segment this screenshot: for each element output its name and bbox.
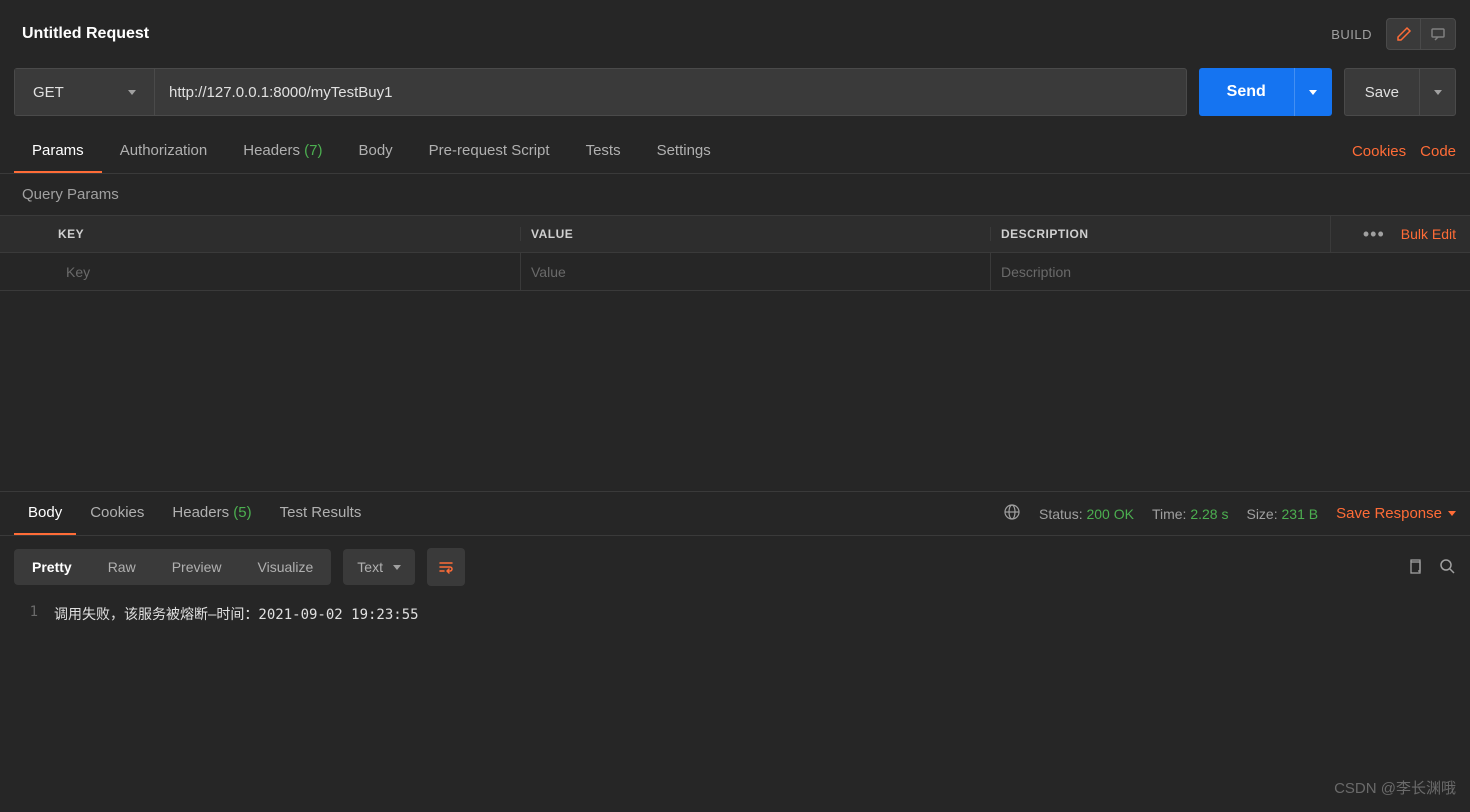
save-response-link[interactable]: Save Response xyxy=(1336,505,1456,522)
send-dropdown[interactable] xyxy=(1294,68,1332,116)
header-bar: Untitled Request BUILD xyxy=(0,0,1470,68)
status-label: Status: xyxy=(1039,506,1083,522)
tab-authorization[interactable]: Authorization xyxy=(102,130,226,173)
comment-icon xyxy=(1430,26,1446,42)
resp-tab-test-results[interactable]: Test Results xyxy=(266,492,376,535)
tab-headers[interactable]: Headers (7) xyxy=(225,130,340,173)
controls-right xyxy=(1406,557,1456,578)
view-tab-visualize[interactable]: Visualize xyxy=(240,549,332,585)
time-label: Time: xyxy=(1152,506,1186,522)
chevron-down-icon xyxy=(393,565,401,570)
size-label: Size: xyxy=(1246,506,1277,522)
pencil-icon xyxy=(1396,26,1412,42)
response-tabs: Body Cookies Headers (5) Test Results xyxy=(14,492,375,535)
send-button[interactable]: Send xyxy=(1199,68,1294,116)
time-info: Time: 2.28 s xyxy=(1152,506,1229,522)
save-response-label: Save Response xyxy=(1336,505,1442,522)
method-select[interactable]: GET xyxy=(15,69,155,115)
save-button-group: Save xyxy=(1344,68,1456,116)
response-body: 1 调用失败，该服务被熔断—时间：2021-09-02 19:23:55 xyxy=(0,598,1470,630)
request-links: Cookies Code xyxy=(1352,143,1456,160)
chevron-down-icon xyxy=(1309,90,1317,95)
tab-prerequest[interactable]: Pre-request Script xyxy=(411,130,568,173)
request-bar: GET Send Save xyxy=(0,68,1470,130)
time-value: 2.28 s xyxy=(1190,506,1228,522)
line-content[interactable]: 调用失败，该服务被熔断—时间：2021-09-02 19:23:55 xyxy=(54,604,419,624)
line-number: 1 xyxy=(14,604,54,624)
status-value: 200 OK xyxy=(1086,506,1133,522)
status-info: Status: 200 OK xyxy=(1039,506,1134,522)
cell-desc xyxy=(990,253,1470,290)
resp-tab-headers-label: Headers xyxy=(172,504,229,521)
search-icon xyxy=(1438,557,1456,575)
tab-settings[interactable]: Settings xyxy=(639,130,729,173)
format-value: Text xyxy=(357,559,383,575)
response-info: Status: 200 OK Time: 2.28 s Size: 231 B … xyxy=(1003,503,1456,524)
col-actions: ••• Bulk Edit xyxy=(1330,216,1470,252)
table-header: KEY VALUE DESCRIPTION ••• Bulk Edit xyxy=(0,215,1470,253)
send-button-group: Send xyxy=(1199,68,1332,116)
controls-left: Pretty Raw Preview Visualize Text xyxy=(14,548,465,586)
tab-body[interactable]: Body xyxy=(340,130,410,173)
tab-headers-label: Headers xyxy=(243,142,300,159)
save-dropdown[interactable] xyxy=(1419,69,1455,115)
code-link[interactable]: Code xyxy=(1420,143,1456,160)
wrap-button[interactable] xyxy=(427,548,465,586)
col-value-header: VALUE xyxy=(520,227,990,241)
globe-icon[interactable] xyxy=(1003,503,1021,524)
chevron-down-icon xyxy=(1448,511,1456,516)
view-tabs: Pretty Raw Preview Visualize xyxy=(14,549,331,585)
header-actions: BUILD xyxy=(1331,18,1456,50)
tab-headers-count: (7) xyxy=(304,142,322,159)
method-value: GET xyxy=(33,84,64,101)
view-controls: Pretty Raw Preview Visualize Text xyxy=(0,536,1470,598)
col-desc-header: DESCRIPTION xyxy=(990,227,1330,241)
chevron-down-icon xyxy=(1434,90,1442,95)
tab-params[interactable]: Params xyxy=(14,130,102,173)
search-button[interactable] xyxy=(1438,557,1456,578)
view-tab-pretty[interactable]: Pretty xyxy=(14,549,90,585)
request-tabs-bar: Params Authorization Headers (7) Body Pr… xyxy=(0,130,1470,174)
request-title: Untitled Request xyxy=(22,25,149,43)
build-label[interactable]: BUILD xyxy=(1331,27,1372,42)
cell-value xyxy=(520,253,990,290)
resp-tab-cookies[interactable]: Cookies xyxy=(76,492,158,535)
wrap-icon xyxy=(437,558,455,576)
desc-input[interactable] xyxy=(1001,264,1470,280)
bulk-edit-link[interactable]: Bulk Edit xyxy=(1401,226,1456,242)
size-value: 231 B xyxy=(1282,506,1319,522)
query-params-label: Query Params xyxy=(0,174,1470,215)
resp-tab-headers[interactable]: Headers (5) xyxy=(158,492,265,535)
spacer xyxy=(0,291,1470,491)
save-button[interactable]: Save xyxy=(1345,69,1419,115)
resp-tab-headers-count: (5) xyxy=(233,504,251,521)
cookies-link[interactable]: Cookies xyxy=(1352,143,1406,160)
edit-button[interactable] xyxy=(1387,19,1421,49)
more-icon[interactable]: ••• xyxy=(1363,224,1385,245)
copy-icon xyxy=(1406,557,1424,575)
table-row xyxy=(0,253,1470,291)
resp-tab-body[interactable]: Body xyxy=(14,492,76,535)
chevron-down-icon xyxy=(128,90,136,95)
copy-button[interactable] xyxy=(1406,557,1424,578)
view-tab-raw[interactable]: Raw xyxy=(90,549,154,585)
params-table: KEY VALUE DESCRIPTION ••• Bulk Edit xyxy=(0,215,1470,291)
size-info: Size: 231 B xyxy=(1246,506,1318,522)
col-key-header: KEY xyxy=(50,227,520,241)
comment-button[interactable] xyxy=(1421,19,1455,49)
response-header: Body Cookies Headers (5) Test Results St… xyxy=(0,491,1470,536)
url-input[interactable] xyxy=(155,69,1186,115)
request-tabs: Params Authorization Headers (7) Body Pr… xyxy=(14,130,729,173)
header-button-group xyxy=(1386,18,1456,50)
method-url-group: GET xyxy=(14,68,1187,116)
format-select[interactable]: Text xyxy=(343,549,415,585)
cell-key xyxy=(50,264,520,280)
watermark: CSDN @李长渊哦 xyxy=(1334,777,1456,798)
view-tab-preview[interactable]: Preview xyxy=(154,549,240,585)
key-input[interactable] xyxy=(66,264,520,280)
tab-tests[interactable]: Tests xyxy=(568,130,639,173)
value-input[interactable] xyxy=(531,264,990,280)
